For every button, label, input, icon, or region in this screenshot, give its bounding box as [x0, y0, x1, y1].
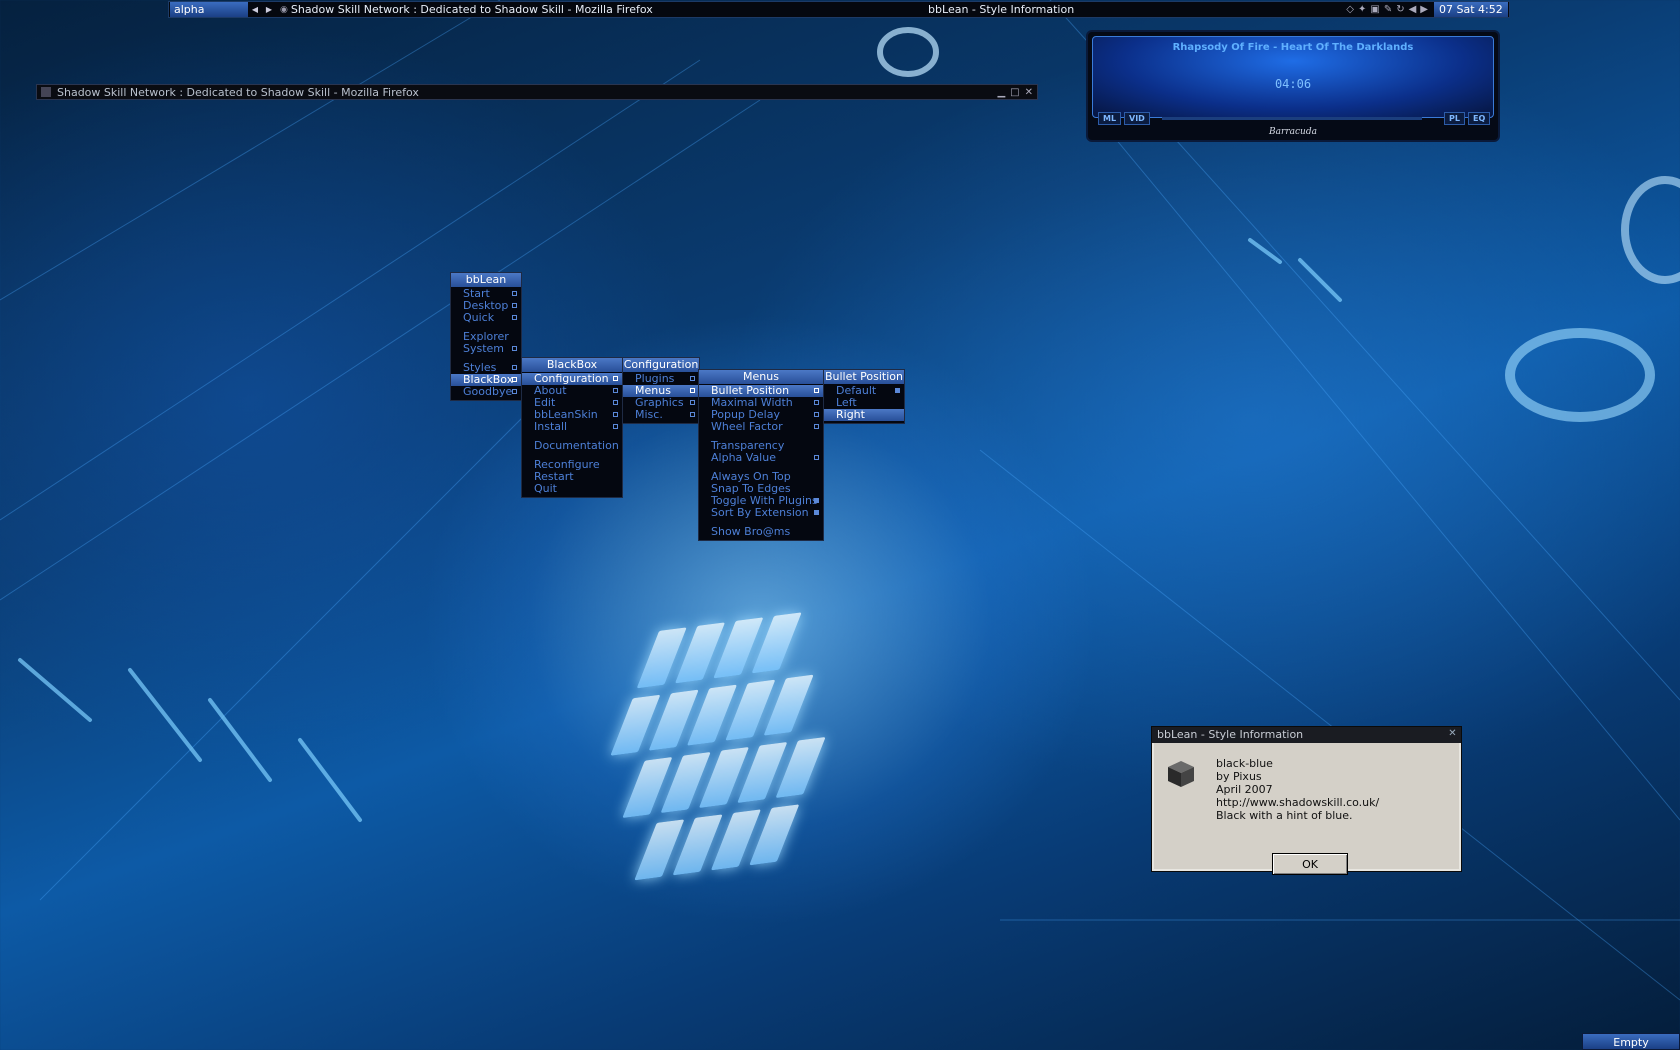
menu-item-system[interactable]: System [451, 343, 521, 355]
taskbar-item-label: Shadow Skill Network : Dedicated to Shad… [290, 3, 653, 16]
tray-icon[interactable]: ▣ [1370, 4, 1379, 15]
maximize-icon[interactable]: □ [1010, 87, 1019, 98]
menu-blackbox: BlackBox Configuration About Edit bbLean… [521, 357, 623, 498]
menu-title: Menus [699, 370, 823, 384]
style-url: http://www.shadowskill.co.uk/ [1216, 796, 1380, 809]
dialog-title: bbLean - Style Information [1157, 728, 1304, 741]
menu-bullet-position: Bullet Position Default Left Right [823, 369, 905, 424]
menu-item-right[interactable]: Right [824, 409, 904, 421]
menu-configuration: Configuration Plugins Menus Graphics Mis… [622, 357, 700, 424]
pl-button[interactable]: PL [1444, 112, 1465, 125]
menu-item-misc[interactable]: Misc. [623, 409, 699, 421]
prev-workspace-icon[interactable]: ◀ [252, 5, 258, 14]
menu-title: BlackBox [522, 358, 622, 372]
prev-window-icon[interactable]: ◀ [1409, 4, 1417, 15]
style-description: Black with a hint of blue. [1216, 809, 1353, 822]
media-player: Rhapsody Of Fire - Heart Of The Darkland… [1086, 30, 1500, 142]
style-author: by Pixus [1216, 770, 1262, 783]
player-display: Rhapsody Of Fire - Heart Of The Darkland… [1092, 36, 1494, 118]
toolbar-window-label: bbLean - Style Information [928, 3, 1075, 16]
menu-item-show-brooms[interactable]: Show Bro@ms [699, 526, 823, 538]
menu-item-documentation[interactable]: Documentation [522, 440, 622, 452]
menu-item-sort-by-extension[interactable]: Sort By Extension [699, 507, 823, 519]
style-name: black-blue [1216, 757, 1273, 770]
slit-empty-label[interactable]: Empty [1582, 1033, 1680, 1050]
window-title: Shadow Skill Network : Dedicated to Shad… [57, 85, 419, 99]
tray-icon[interactable]: ◇ [1346, 4, 1354, 15]
style-cube-icon [1168, 761, 1194, 787]
tray-icon[interactable]: ↻ [1396, 4, 1404, 15]
skin-name: Barracuda [1269, 127, 1317, 137]
vid-button[interactable]: VID [1124, 112, 1150, 125]
taskbar-item[interactable]: ◉ Shadow Skill Network : Dedicated to Sh… [276, 3, 656, 16]
menu-title: Configuration [623, 358, 699, 372]
window-icon[interactable] [41, 87, 51, 97]
style-date: April 2007 [1216, 783, 1273, 796]
menu-bblean: bbLean Start Desktop Quick Explorer Syst… [450, 272, 522, 401]
firefox-window-titlebar[interactable]: Shadow Skill Network : Dedicated to Shad… [36, 84, 1038, 100]
menu-item-alpha-value[interactable]: Alpha Value [699, 452, 823, 464]
seek-bar[interactable] [1162, 117, 1422, 120]
menu-title: Bullet Position [824, 370, 904, 384]
close-icon[interactable]: ✕ [1025, 87, 1033, 98]
style-info-dialog: bbLean - Style Information ✕ black-blue … [1151, 726, 1462, 875]
dialog-body: black-blue by Pixus April 2007 http://ww… [1152, 743, 1461, 875]
firefox-icon: ◉ [280, 4, 288, 15]
menu-title: bbLean [451, 273, 521, 287]
menu-menus: Menus Bullet Position Maximal Width Popu… [698, 369, 824, 541]
system-tray: ◇ ✦ ▣ ✎ ↻ ◀ ▶ [1346, 4, 1434, 15]
ml-button[interactable]: ML [1098, 112, 1122, 125]
workspace-label[interactable]: alpha [170, 2, 248, 17]
menu-item-quit[interactable]: Quit [522, 483, 622, 495]
eq-button[interactable]: EQ [1468, 112, 1491, 125]
tray-icon[interactable]: ✦ [1358, 4, 1366, 15]
menu-item-wheel-factor[interactable]: Wheel Factor [699, 421, 823, 433]
menu-item-quick[interactable]: Quick [451, 312, 521, 324]
next-window-icon[interactable]: ▶ [1420, 4, 1428, 15]
dialog-titlebar[interactable]: bbLean - Style Information ✕ [1152, 727, 1461, 743]
tray-icon[interactable]: ✎ [1384, 4, 1392, 15]
close-icon[interactable]: ✕ [1447, 729, 1458, 740]
style-details: black-blue by Pixus April 2007 http://ww… [1216, 757, 1379, 822]
minimize-icon[interactable]: ▁ [997, 87, 1005, 98]
menu-item-install[interactable]: Install [522, 421, 622, 433]
workspace-arrows: ◀ ▶ [248, 5, 276, 14]
ok-button[interactable]: OK [1272, 853, 1348, 875]
clock[interactable]: 07 Sat 4:52 [1434, 2, 1508, 17]
menu-item-goodbye[interactable]: Goodbye [451, 386, 521, 398]
track-time: 04:06 [1274, 77, 1312, 91]
wallpaper-light-tiles [528, 581, 971, 940]
toolbar: alpha ◀ ▶ ◉ Shadow Skill Network : Dedic… [168, 1, 1510, 18]
next-workspace-icon[interactable]: ▶ [266, 5, 272, 14]
track-title: Rhapsody Of Fire - Heart Of The Darkland… [1172, 42, 1414, 53]
